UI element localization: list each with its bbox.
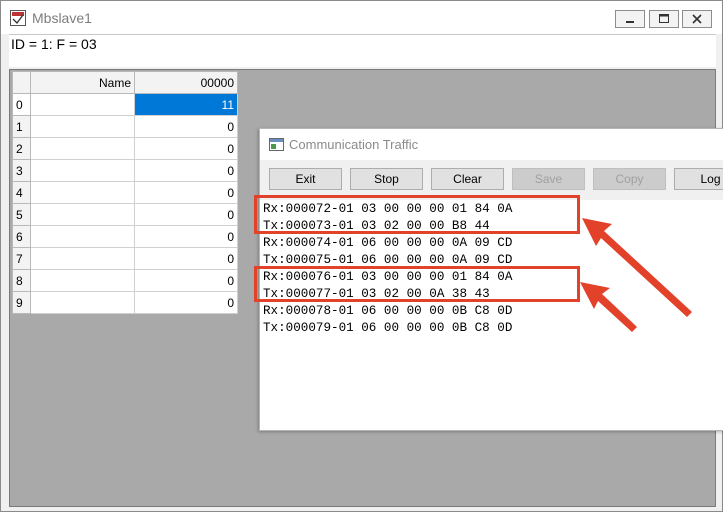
arrow-icon: [580, 282, 637, 332]
annotation-arrows: [580, 218, 692, 332]
arrow-icon: [582, 218, 692, 317]
